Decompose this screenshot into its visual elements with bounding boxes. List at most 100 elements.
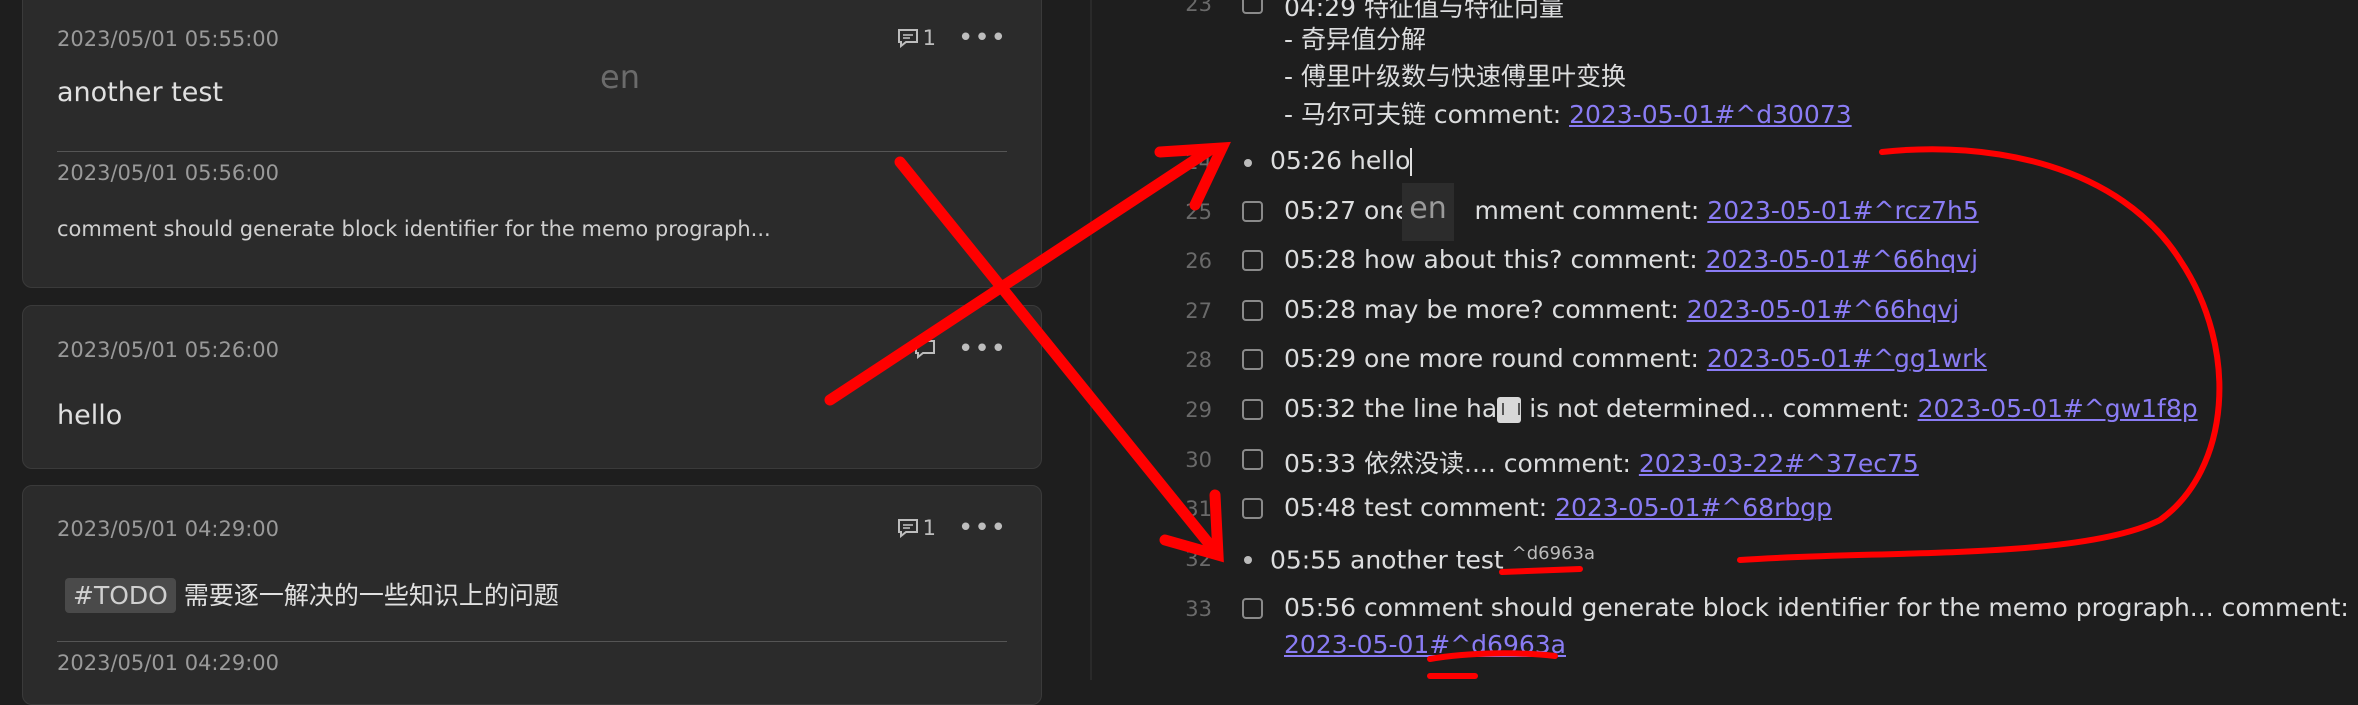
comment-count-button[interactable]: 1: [897, 516, 936, 540]
task-checkbox[interactable]: [1242, 349, 1263, 370]
memo-card[interactable]: 2023/05/01 05:26:00 ••• hello: [22, 305, 1042, 469]
line-text: 05:28 may be more? comment: 2023-05-01#^…: [1284, 295, 1959, 324]
line-text-value: 05:28 how about this? comment:: [1284, 245, 1706, 274]
editor-line[interactable]: 33 05:56 comment should generate block i…: [1092, 589, 2358, 629]
comment-count: 1: [922, 26, 936, 50]
editor-line[interactable]: 24 05:26 hello: [1092, 142, 2358, 182]
line-number: 27: [1185, 299, 1212, 323]
task-checkbox[interactable]: [1242, 498, 1263, 519]
block-link[interactable]: 2023-05-01#^68rbgp: [1555, 493, 1832, 522]
memo-card[interactable]: 2023/05/01 05:55:00 1 ••• another test 2…: [22, 0, 1042, 288]
comment-icon: [897, 29, 918, 48]
memo-divider: [57, 641, 1007, 642]
more-options-icon[interactable]: •••: [958, 336, 1007, 362]
line-text: 05:26 hello: [1270, 146, 1413, 176]
block-link[interactable]: 2023-05-01#^d30073: [1569, 100, 1852, 129]
memo-time: 2023/05/01 04:29:00: [57, 517, 280, 541]
comment-count: 1: [922, 516, 936, 540]
memos-panel: 2023/05/01 05:55:00 1 ••• another test 2…: [0, 0, 1090, 705]
line-text-value: 05:26 hello: [1270, 146, 1411, 175]
memo-time: 2023/05/01 05:26:00: [57, 338, 280, 362]
more-options-icon[interactable]: •••: [958, 515, 1007, 541]
memo-divider: [57, 151, 1007, 152]
line-text: 05:55 another test ^d6963a: [1270, 543, 1595, 574]
editor-line[interactable]: 25 05:27 one mment comment: 2023-05-01#^…: [1092, 192, 2358, 232]
block-identifier: ^d6963a: [1511, 543, 1596, 564]
line-text-start: 05:27 one: [1284, 196, 1419, 225]
memo-text: 需要逐一解决的一些知识上的问题: [183, 581, 559, 610]
bullet-icon: [1244, 159, 1252, 167]
editor-line[interactable]: 23 04:29 特征值与特征向量: [1092, 0, 2358, 24]
continuation-line: - 奇异值分解: [1284, 25, 1426, 54]
task-checkbox[interactable]: [1242, 598, 1263, 619]
task-checkbox[interactable]: [1242, 0, 1263, 14]
line-text-value: 05:28 may be more? comment:: [1284, 295, 1687, 324]
editor-line[interactable]: 31 05:48 test comment: 2023-05-01#^68rbg…: [1092, 489, 2358, 529]
line-number: 32: [1185, 547, 1212, 571]
memo-comment-text: comment should generate block identifier…: [57, 217, 771, 241]
comment-icon: [914, 340, 935, 359]
task-checkbox[interactable]: [1242, 201, 1263, 222]
continuation-line: 2023-05-01#^d6963a: [1284, 630, 1566, 659]
line-text: 05:32 the line ha is not determined... co…: [1284, 394, 2198, 423]
editor-line[interactable]: 28 05:29 one more round comment: 2023-05…: [1092, 340, 2358, 380]
memo-comment-time: 2023/05/01 05:56:00: [57, 161, 280, 185]
line-text: 05:48 test comment: 2023-05-01#^68rbgp: [1284, 493, 1832, 522]
memo-actions: •••: [914, 336, 1007, 362]
memo-text: another test: [57, 77, 224, 108]
block-link[interactable]: 2023-03-22#^37ec75: [1639, 449, 1919, 478]
line-number: 23: [1185, 0, 1212, 16]
editor-line[interactable]: 29 05:32 the line ha is not determined...…: [1092, 390, 2358, 430]
line-number: 25: [1185, 200, 1212, 224]
ime-indicator: en: [600, 58, 640, 96]
block-link[interactable]: 2023-05-01#^rcz7h5: [1707, 196, 1978, 225]
line-number: 24: [1185, 150, 1212, 174]
memo-content: #TODO 需要逐一解决的一些知识上的问题: [65, 576, 559, 613]
line-text-value: 05:48 test comment:: [1284, 493, 1556, 522]
memo-comment-time: 2023/05/01 04:29:00: [57, 651, 280, 675]
editor-line[interactable]: 27 05:28 may be more? comment: 2023-05-0…: [1092, 291, 2358, 331]
block-link[interactable]: 2023-05-01#^66hqvj: [1706, 245, 1978, 274]
line-text-value: 05:55 another test: [1270, 545, 1512, 575]
memo-time: 2023/05/01 05:55:00: [57, 27, 280, 51]
book-icon: [1497, 397, 1522, 423]
line-text-end: is not determined... comment:: [1529, 394, 1918, 423]
line-number: 28: [1185, 348, 1212, 372]
editor-pane[interactable]: 23 04:29 特征值与特征向量 - 奇异值分解 - 傅里叶级数与快速傅里叶变…: [1092, 0, 2358, 680]
task-checkbox[interactable]: [1242, 399, 1263, 420]
line-number: 29: [1185, 398, 1212, 422]
line-number: 33: [1185, 597, 1212, 621]
memo-text: hello: [57, 400, 123, 431]
todo-tag[interactable]: #TODO: [65, 578, 176, 613]
editor-line[interactable]: 30 05:33 依然没读.... comment: 2023-03-22#^3…: [1092, 440, 2358, 480]
block-link[interactable]: 2023-05-01#^gw1f8p: [1918, 394, 2198, 423]
line-text: 05:28 how about this? comment: 2023-05-0…: [1284, 245, 1978, 274]
line-text-start: 05:32 the line ha: [1284, 394, 1498, 423]
line-text-value: 05:33 依然没读.... comment:: [1284, 449, 1639, 478]
comment-icon: [897, 519, 918, 538]
line-text: - 马尔可夫链 comment:: [1284, 100, 1570, 129]
line-text: 05:33 依然没读.... comment: 2023-03-22#^37ec…: [1284, 444, 1919, 480]
comment-count-button[interactable]: 1: [897, 26, 936, 50]
bullet-icon: [1244, 556, 1252, 564]
line-text-value: 05:29 one more round comment:: [1284, 344, 1707, 373]
ime-indicator-popup: en: [1402, 183, 1454, 241]
block-link[interactable]: 2023-05-01#^gg1wrk: [1707, 344, 1987, 373]
task-checkbox[interactable]: [1242, 449, 1263, 470]
line-text: 05:27 one mment comment: 2023-05-01#^rcz…: [1284, 196, 1979, 225]
editor-line[interactable]: 26 05:28 how about this? comment: 2023-0…: [1092, 241, 2358, 281]
task-checkbox[interactable]: [1242, 300, 1263, 321]
text-cursor: [1410, 148, 1413, 176]
memo-actions: 1 •••: [897, 515, 1007, 541]
line-number: 26: [1185, 249, 1212, 273]
line-number: 30: [1185, 448, 1212, 472]
memo-card[interactable]: 2023/05/01 04:29:00 1 ••• #TODO 需要逐一解决的一些…: [22, 485, 1042, 705]
task-checkbox[interactable]: [1242, 250, 1263, 271]
block-link[interactable]: 2023-05-01#^d6963a: [1284, 630, 1566, 659]
editor-line[interactable]: 32 05:55 another test ^d6963a: [1092, 539, 2358, 579]
more-options-icon[interactable]: •••: [958, 25, 1007, 51]
block-link[interactable]: 2023-05-01#^66hqvj: [1687, 295, 1959, 324]
line-text-end: mment comment:: [1474, 196, 1708, 225]
add-comment-button[interactable]: [914, 339, 936, 359]
continuation-line: - 傅里叶级数与快速傅里叶变换: [1284, 62, 1626, 91]
